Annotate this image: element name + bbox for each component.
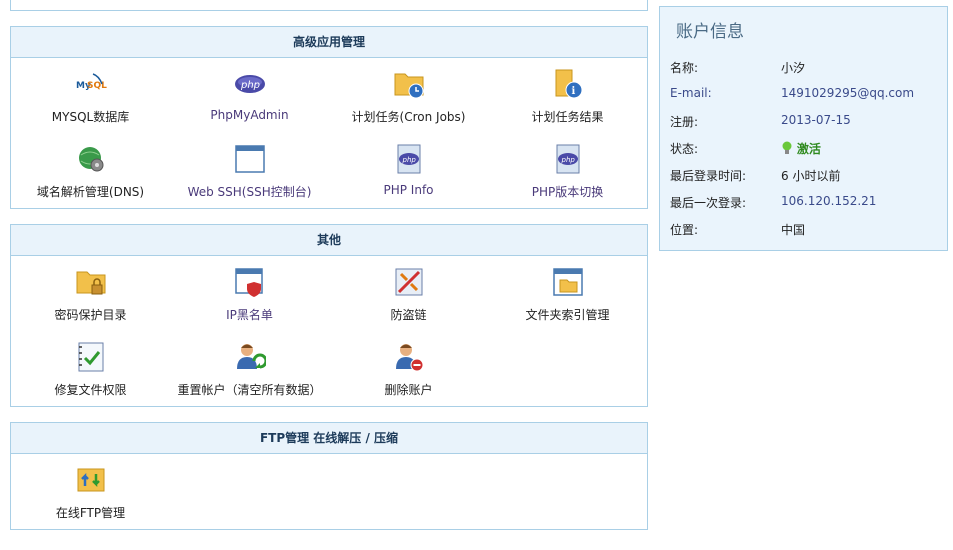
account-row-name: 名称: 小汐: [670, 59, 940, 77]
php-info-link[interactable]: php PHP Info: [329, 133, 488, 208]
window-shield-icon: [234, 268, 263, 297]
item-label: 密码保护目录: [54, 308, 127, 322]
previous-panel-edge: [10, 0, 648, 11]
dns-management-link[interactable]: 域名解析管理(DNS): [11, 133, 170, 208]
item-label: 计划任务结果: [531, 110, 604, 124]
web-ssh-link[interactable]: Web SSH(SSH控制台): [170, 133, 329, 208]
item-label: 防盗链: [390, 308, 427, 322]
row-key: E-mail:: [670, 86, 712, 100]
mysql-icon: My SQL: [76, 73, 107, 91]
svg-text:SQL: SQL: [87, 81, 107, 91]
svg-text:php: php: [240, 80, 260, 91]
item-label: 重置帐户（清空所有数据）: [177, 383, 322, 397]
account-row-last-login-ip: 最后一次登录: 106.120.152.21: [670, 194, 940, 212]
row-value: 2013-07-15: [781, 113, 851, 127]
row-key: 状态:: [670, 142, 699, 156]
panel-title: 高级应用管理: [11, 27, 647, 58]
php-switch-icon: php: [556, 144, 579, 174]
item-label: 计划任务(Cron Jobs): [351, 110, 466, 124]
svg-text:php: php: [401, 156, 416, 164]
item-label: PhpMyAdmin: [210, 108, 289, 122]
item-label: IP黑名单: [226, 308, 273, 322]
panel-title: FTP管理 在线解压 / 压缩: [11, 423, 647, 454]
globe-gear-icon: [78, 147, 103, 172]
delete-account-link[interactable]: 删除账户: [329, 331, 488, 406]
item-label: PHP Info: [383, 183, 434, 197]
row-key: 最后一次登录:: [670, 196, 747, 210]
account-info-title: 账户信息: [676, 22, 744, 42]
advanced-apps-panel: 高级应用管理 My SQL MYSQL数据库 php PhpMyAdmin 计划…: [10, 26, 648, 209]
window-icon: [234, 145, 265, 173]
item-label: 文件夹索引管理: [525, 308, 610, 322]
password-protect-dir-link[interactable]: 密码保护目录: [11, 256, 170, 331]
user-delete-icon: [395, 344, 423, 372]
account-row-last-login-time: 最后登录时间: 6 小时以前: [670, 167, 940, 185]
account-row-location: 位置: 中国: [670, 221, 940, 239]
row-value: 小汐: [781, 61, 806, 75]
ftp-icon: [77, 468, 104, 492]
ip-blacklist-link[interactable]: IP黑名单: [170, 256, 329, 331]
php-icon: php: [234, 75, 265, 93]
status-badge: 激活: [796, 142, 821, 156]
item-label: 域名解析管理(DNS): [36, 185, 145, 199]
item-label: MYSQL数据库: [51, 110, 130, 124]
fix-permissions-link[interactable]: 修复文件权限: [11, 331, 170, 406]
email-link[interactable]: 1491029295@qq.com: [781, 86, 914, 100]
account-row-status: 状态: 激活: [670, 140, 940, 158]
account-info-panel: 账户信息 名称: 小汐 E-mail: 1491029295@qq.com 注册…: [659, 6, 948, 251]
folder-index-icon: [552, 268, 583, 296]
row-key: 最后登录时间:: [670, 169, 747, 183]
panel-title: 其他: [11, 225, 647, 256]
item-label: 修复文件权限: [54, 383, 127, 397]
row-key: 位置:: [670, 223, 699, 237]
status-value: 激活: [781, 140, 821, 157]
mysql-database-link[interactable]: My SQL MYSQL数据库: [11, 58, 170, 133]
svg-text:php: php: [560, 156, 575, 164]
folder-info-icon: i: [555, 69, 582, 99]
account-row-email: E-mail: 1491029295@qq.com: [670, 86, 940, 104]
php-version-switch-link[interactable]: php PHP版本切换: [488, 133, 647, 208]
phpmyadmin-link[interactable]: php PhpMyAdmin: [170, 58, 329, 133]
anti-leech-link[interactable]: 防盗链: [329, 256, 488, 331]
notebook-check-icon: [78, 342, 103, 372]
folder-index-link[interactable]: 文件夹索引管理: [488, 256, 647, 331]
lightbulb-icon: [782, 141, 792, 154]
item-label: 删除账户: [384, 383, 433, 397]
ftp-panel: FTP管理 在线解压 / 压缩 在线FTP管理: [10, 422, 648, 530]
item-label: Web SSH(SSH控制台): [187, 185, 312, 199]
row-value: 6 小时以前: [781, 169, 841, 183]
row-key: 名称:: [670, 61, 699, 75]
online-ftp-link[interactable]: 在线FTP管理: [11, 454, 170, 529]
item-label: PHP版本切换: [531, 185, 604, 199]
anti-leech-icon: [395, 268, 422, 296]
cron-jobs-link[interactable]: 计划任务(Cron Jobs): [329, 58, 488, 133]
account-row-registered: 注册: 2013-07-15: [670, 113, 940, 131]
user-reset-icon: [236, 344, 266, 369]
svg-text:i: i: [571, 86, 575, 97]
row-value: 106.120.152.21: [781, 194, 877, 208]
row-key: 注册:: [670, 115, 699, 129]
folder-clock-icon: [394, 73, 423, 99]
other-panel: 其他 密码保护目录 IP黑名单 防盗链 文件夹索引管理 修复文件权限 重置帐户（…: [10, 224, 648, 407]
php-info-icon: php: [397, 144, 420, 174]
item-label: 在线FTP管理: [55, 506, 126, 520]
folder-lock-icon: [76, 271, 105, 295]
cron-results-link[interactable]: i 计划任务结果: [488, 58, 647, 133]
reset-account-link[interactable]: 重置帐户（清空所有数据）: [170, 331, 329, 406]
row-value: 中国: [781, 223, 806, 237]
